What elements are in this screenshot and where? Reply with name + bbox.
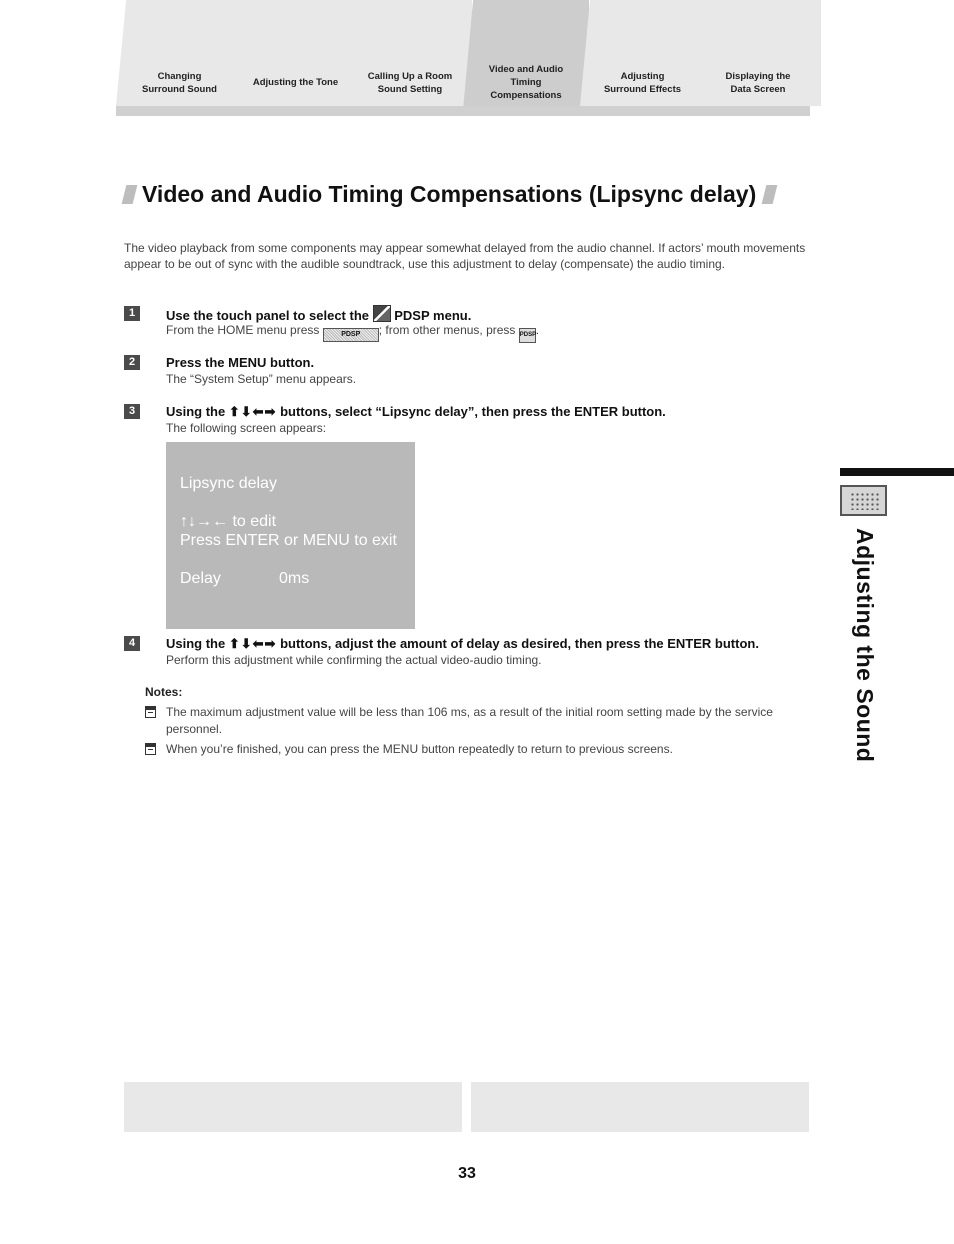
step-number: 3 — [124, 404, 140, 419]
step-heading: Press the MENU button. — [166, 355, 315, 370]
footer-nav-box-right[interactable] — [471, 1082, 809, 1132]
page-title-text: Video and Audio Timing Compensations (Li… — [142, 181, 757, 207]
arrow-buttons-icon: ⬆⬇⬅➡ — [228, 404, 277, 419]
tab-label-line: Changing — [157, 71, 202, 82]
step-heading-text: Using the — [166, 636, 226, 651]
tab-label: Adjusting Surround Effects — [580, 70, 705, 96]
side-tab-bar — [840, 468, 954, 476]
note-text: The maximum adjustment value will be les… — [166, 705, 773, 736]
step-heading-text: Using the — [166, 404, 226, 419]
footer-nav-box-left[interactable] — [124, 1082, 462, 1132]
step-heading-text: buttons, select “Lipsync delay”, then pr… — [280, 404, 666, 419]
tab-label-line: Timing — [510, 77, 542, 88]
step-description-text: . — [535, 323, 540, 337]
delay-value: 0ms — [279, 570, 310, 587]
note-text: When you’re finished, you can press the … — [166, 742, 673, 756]
step-description: From the HOME menu press PDSP; from othe… — [166, 322, 539, 343]
tab-label-line: Adjusting — [620, 71, 665, 82]
tab-label-line: Displaying the — [725, 71, 791, 82]
tab-displaying-data-screen[interactable]: Displaying the Data Screen — [695, 0, 821, 106]
delay-label: Delay — [180, 570, 221, 587]
speaker-grid-icon — [840, 485, 887, 516]
page-number: 33 — [458, 1165, 476, 1182]
step-description-text: ; from other menus, press — [378, 323, 516, 337]
step-heading-text: PDSP menu. — [394, 308, 472, 323]
page-title: Video and Audio Timing Compensations (Li… — [121, 181, 814, 207]
step-description-text: From the HOME menu press — [166, 323, 320, 337]
intro-paragraph: The video playback from some components … — [124, 241, 806, 271]
tab-label-line: Surround Effects — [603, 84, 682, 95]
step-description: Perform this adjustment while confirming… — [166, 653, 542, 667]
tab-calling-up-room-sound-setting[interactable]: Calling Up a Room Sound Setting — [348, 0, 472, 106]
step-number: 2 — [124, 355, 140, 370]
step-heading: Using the ⬆⬇⬅➡ buttons, adjust the amoun… — [166, 635, 759, 652]
note-icon — [145, 706, 156, 718]
tab-label: Adjusting the Tone — [252, 77, 339, 88]
pdsp-key-icon: PDSP — [518, 328, 536, 343]
tab-label-line: Video and Audio — [488, 64, 564, 75]
lipsync-screen-display: Lipsync delay ↑↓→← to edit Press ENTER o… — [166, 442, 415, 629]
pdsp-menu-icon — [372, 305, 391, 322]
tab-label: Calling Up a Room Sound Setting — [348, 70, 472, 96]
notes-heading: Notes: — [145, 685, 183, 699]
tab-label-line: Sound Setting — [377, 84, 443, 95]
step-number: 4 — [124, 636, 140, 651]
step-heading-text: Use the touch panel to select the — [166, 308, 369, 323]
tab-label: Video and Audio Timing Compensations — [463, 63, 589, 102]
step-number: 1 — [124, 306, 140, 321]
note-item: When you’re finished, you can press the … — [145, 741, 805, 758]
tab-video-audio-timing[interactable]: Video and Audio Timing Compensations — [463, 0, 589, 110]
tab-label-line: Data Screen — [730, 84, 786, 95]
tab-label: Displaying the Data Screen — [695, 70, 821, 96]
chapter-tab-bar: Changing Surround Sound Adjusting the To… — [116, 0, 821, 116]
section-side-title: Adjusting the Sound — [852, 528, 878, 763]
screen-exit-hint: Press ENTER or MENU to exit — [180, 532, 397, 549]
title-slash-decoration — [121, 185, 138, 204]
title-slash-decoration — [761, 185, 778, 204]
screen-title: Lipsync delay — [180, 475, 277, 492]
tab-label-line: Surround Sound — [142, 84, 217, 95]
pdsp-home-key-icon: PDSP — [322, 328, 379, 342]
tab-label-line: Calling Up a Room — [367, 71, 453, 82]
step-heading: Using the ⬆⬇⬅➡ buttons, select “Lipsync … — [166, 403, 666, 420]
tab-label-line: Compensations — [490, 90, 562, 101]
tab-label: Changing Surround Sound — [116, 70, 243, 96]
step-description: The “System Setup” menu appears. — [166, 372, 357, 386]
note-icon — [145, 743, 156, 755]
note-item: The maximum adjustment value will be les… — [145, 704, 805, 738]
tab-adjusting-the-tone[interactable]: Adjusting the Tone — [233, 0, 358, 106]
screen-edit-hint: ↑↓→← to edit — [180, 513, 277, 530]
tab-changing-surround-sound[interactable]: Changing Surround Sound — [116, 0, 243, 106]
tab-bar-base — [116, 106, 810, 116]
step-description: The following screen appears: — [166, 421, 327, 435]
tab-adjusting-surround-effects[interactable]: Adjusting Surround Effects — [580, 0, 705, 106]
arrow-buttons-icon: ⬆⬇⬅➡ — [228, 636, 277, 651]
speaker-grid-dots — [850, 492, 880, 510]
step-heading-text: buttons, adjust the amount of delay as d… — [280, 636, 759, 651]
